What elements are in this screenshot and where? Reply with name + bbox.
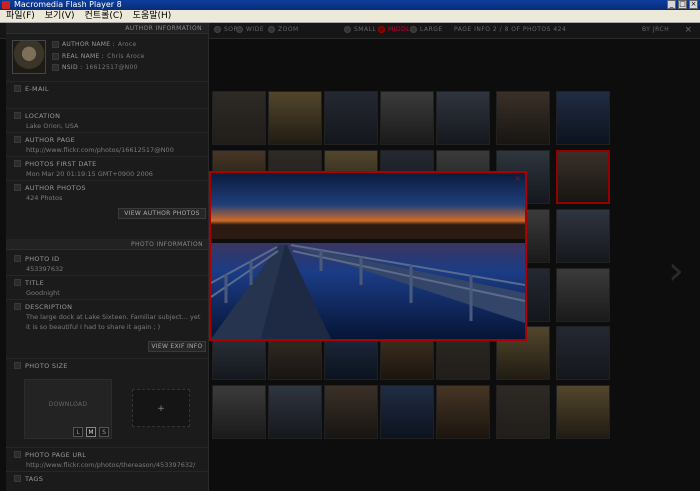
login-link[interactable]: BY JRCH xyxy=(642,26,669,33)
divider xyxy=(6,299,208,300)
divider xyxy=(6,132,208,133)
checkbox[interactable] xyxy=(14,362,21,369)
checkbox[interactable] xyxy=(14,279,21,286)
author-photos-row: AUTHOR PHOTOS xyxy=(6,182,208,193)
author-photos-count: 424 Photos xyxy=(26,194,63,202)
author-name-line: AUTHOR NAME : Aroce xyxy=(52,41,136,48)
photo-page-url-row: PHOTO PAGE URL xyxy=(6,449,208,460)
radio-icon xyxy=(214,26,221,33)
menu-view[interactable]: 보기(V) xyxy=(45,10,75,22)
checkbox[interactable] xyxy=(14,451,21,458)
view-exif-button[interactable]: VIEW EXIF INFO xyxy=(148,341,206,352)
location-value: Lake Orion, USA xyxy=(26,122,79,130)
view-option-zoom[interactable]: ZOOM xyxy=(268,26,299,33)
radio-icon xyxy=(236,26,243,33)
photo-size-row: PHOTO SIZE xyxy=(6,360,208,371)
author-avatar xyxy=(12,40,46,74)
checkbox[interactable] xyxy=(14,85,21,92)
view-option-wide[interactable]: WIDE xyxy=(236,26,264,33)
checkbox[interactable] xyxy=(14,184,21,191)
radio-icon xyxy=(378,26,385,33)
email-row: E-MAIL xyxy=(6,83,208,94)
checkbox[interactable] xyxy=(14,160,21,167)
title-row: TITLE xyxy=(6,277,208,288)
view-author-photos-button[interactable]: VIEW AUTHOR PHOTOS xyxy=(118,208,206,219)
divider xyxy=(6,180,208,181)
photo-page-url-link[interactable]: http://www.flickr.com/photos/thereason/4… xyxy=(6,460,208,470)
nsid-line: NSID : 16612517@N00 xyxy=(52,64,138,71)
author-info-header: AUTHOR INFORMATION xyxy=(6,23,208,34)
author-page-link[interactable]: http://www.flickr.com/photos/16612517@N0… xyxy=(6,145,208,155)
photo-popup[interactable]: × xyxy=(209,171,527,341)
checkbox[interactable] xyxy=(52,53,59,60)
location-row: LOCATION xyxy=(6,110,208,121)
menu-file[interactable]: 파일(F) xyxy=(6,10,35,22)
size-small-button[interactable]: S xyxy=(99,427,109,437)
menu-bar: 파일(F) 보기(V) 컨트롤(C) 도움말(H) xyxy=(0,10,700,23)
checkbox[interactable] xyxy=(52,41,59,48)
photos-first-date-row: PHOTOS FIRST DATE xyxy=(6,158,208,169)
page-info: PAGE INFO 2 / 8 OF PHOTOS 424 xyxy=(454,26,567,33)
window-titlebar: Macromedia Flash Player 8 _ □ × xyxy=(0,0,700,10)
divider xyxy=(6,156,208,157)
real-name-line: REAL NAME : Chris Aroce xyxy=(52,53,145,60)
popup-close-icon[interactable]: × xyxy=(514,174,521,183)
divider xyxy=(6,447,208,448)
close-window-button[interactable]: × xyxy=(689,0,698,9)
flash-content: SORT WIDE ZOOM SMALL MIDDLE LARGE PAGE I… xyxy=(0,23,700,491)
title-value: Goodnight xyxy=(26,289,60,297)
flash-app-icon xyxy=(2,1,10,9)
checkbox[interactable] xyxy=(14,303,21,310)
divider xyxy=(6,275,208,276)
minimize-button[interactable]: _ xyxy=(667,0,676,9)
maximize-button[interactable]: □ xyxy=(678,0,687,9)
divider xyxy=(6,108,208,109)
view-option-large[interactable]: LARGE xyxy=(410,26,443,33)
size-large-button[interactable]: L xyxy=(73,427,83,437)
tags-row: TAGS xyxy=(6,473,208,484)
view-option-middle[interactable]: MIDDLE xyxy=(378,26,414,33)
radio-icon xyxy=(268,26,275,33)
divider xyxy=(6,471,208,472)
divider xyxy=(6,358,208,359)
description-row: DESCRIPTION xyxy=(6,301,208,312)
radio-icon xyxy=(344,26,351,33)
window-title: Macromedia Flash Player 8 xyxy=(14,0,122,9)
checkbox[interactable] xyxy=(14,112,21,119)
checkbox[interactable] xyxy=(52,64,59,71)
add-photo-button[interactable]: + xyxy=(132,389,190,427)
photo-id-row: PHOTO ID xyxy=(6,253,208,264)
author-page-row: AUTHOR PAGE xyxy=(6,134,208,145)
radio-icon xyxy=(410,26,417,33)
menu-help[interactable]: 도움말(H) xyxy=(133,10,172,22)
divider xyxy=(6,81,208,82)
next-page-arrow-icon[interactable]: › xyxy=(668,251,684,291)
photos-first-date-value: Mon Mar 20 01:19:15 GMT+0900 2006 xyxy=(26,170,153,178)
checkbox[interactable] xyxy=(14,136,21,143)
enlarged-photo xyxy=(211,173,525,339)
photo-info-header: PHOTO INFORMATION xyxy=(6,239,208,250)
size-medium-button[interactable]: M xyxy=(86,427,96,437)
description-value: The large dock at Lake Sixteen. Familiar… xyxy=(26,313,201,331)
checkbox[interactable] xyxy=(14,255,21,262)
photo-id-value: 453397632 xyxy=(26,265,64,273)
menu-control[interactable]: 컨트롤(C) xyxy=(85,10,123,22)
close-icon[interactable]: × xyxy=(684,25,692,35)
info-panel: AUTHOR INFORMATION AUTHOR NAME : Aroce R… xyxy=(6,23,209,491)
checkbox[interactable] xyxy=(14,475,21,482)
view-option-small[interactable]: SMALL xyxy=(344,26,376,33)
